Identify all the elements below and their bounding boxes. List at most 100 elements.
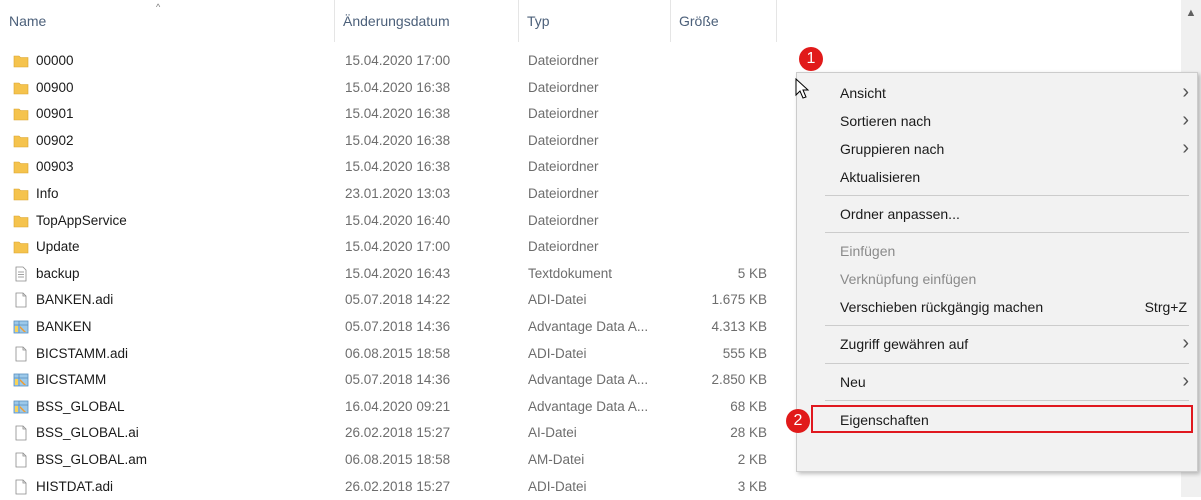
file-type: ADI-Datei — [528, 287, 587, 314]
menu-item-label: Neu — [840, 369, 866, 395]
database-table-icon — [13, 399, 29, 415]
file-name: BSS_GLOBAL — [36, 394, 125, 421]
folder-icon — [13, 53, 29, 69]
menu-item-aktualisieren[interactable]: Aktualisieren — [797, 164, 1197, 190]
column-date-header[interactable]: Änderungsdatum — [334, 0, 518, 42]
file-type: Dateiordner — [528, 181, 599, 208]
file-row[interactable]: 00900 15.04.2020 16:38 Dateiordner — [0, 75, 780, 102]
file-type: AM-Datei — [528, 447, 584, 474]
menu-item-label: Einfügen — [840, 238, 895, 264]
menu-item-shortcut: Strg+Z — [1145, 294, 1187, 320]
file-type: Dateiordner — [528, 75, 599, 102]
file-date: 15.04.2020 17:00 — [345, 234, 450, 261]
file-date: 05.07.2018 14:22 — [345, 287, 450, 314]
file-icon — [13, 452, 29, 468]
file-date: 15.04.2020 16:38 — [345, 154, 450, 181]
file-date: 23.01.2020 13:03 — [345, 181, 450, 208]
folder-icon — [13, 159, 29, 175]
file-name: Info — [36, 181, 59, 208]
file-type: Dateiordner — [528, 208, 599, 235]
file-date: 15.04.2020 16:38 — [345, 75, 450, 102]
menu-item-label: Gruppieren nach — [840, 136, 944, 162]
menu-item-label: Ansicht — [840, 80, 886, 106]
file-icon — [13, 479, 29, 495]
file-type: ADI-Datei — [528, 474, 587, 500]
file-row[interactable]: BANKEN.adi05.07.2018 14:22ADI-Datei1.675… — [0, 287, 780, 314]
file-row[interactable]: BANKEN 05.07.2018 14:36 Advantage Data A..… — [0, 314, 780, 341]
file-row[interactable]: 0090315.04.2020 16:38Dateiordner — [0, 154, 780, 181]
chevron-right-icon: › — [1182, 369, 1189, 393]
menu-item-verknuepfung-einfuegen: Verknüpfung einfügen — [797, 266, 1197, 292]
file-row[interactable]: TopAppService15.04.2020 16:40Dateiordner — [0, 208, 780, 235]
file-row[interactable]: 00902 15.04.2020 16:38 Dateiordner — [0, 128, 780, 155]
menu-separator — [825, 325, 1189, 326]
file-type: Advantage Data A... — [528, 367, 648, 394]
column-name-header[interactable]: Name — [0, 0, 334, 42]
menu-item-gruppieren-nach[interactable]: Gruppieren nach› — [797, 136, 1197, 162]
menu-separator — [825, 232, 1189, 233]
file-row[interactable]: Update15.04.2020 17:00Dateiordner — [0, 234, 780, 261]
folder-icon — [13, 133, 29, 149]
database-table-icon — [13, 319, 29, 335]
file-icon — [13, 292, 29, 308]
file-name: BSS_GLOBAL.ai — [36, 420, 139, 447]
file-name: 00902 — [36, 128, 74, 155]
file-row[interactable]: 0090115.04.2020 16:38Dateiordner — [0, 101, 780, 128]
file-row[interactable]: Info 23.01.2020 13:03 Dateiordner — [0, 181, 780, 208]
file-row[interactable]: 0000015.04.2020 17:00Dateiordner — [0, 48, 780, 75]
step-badge-1: 1 — [799, 47, 823, 71]
file-date: 06.08.2015 18:58 — [345, 447, 450, 474]
column-header: ^ Name Änderungsdatum Typ Größe — [0, 0, 1181, 42]
file-date: 05.07.2018 14:36 — [345, 367, 450, 394]
database-table-icon — [13, 372, 29, 388]
file-type: AI-Datei — [528, 420, 577, 447]
menu-item-label: Verschieben rückgängig machen — [840, 294, 1043, 320]
file-date: 05.07.2018 14:36 — [345, 314, 450, 341]
file-name: BANKEN.adi — [36, 287, 113, 314]
file-row[interactable]: BICSTAMM05.07.2018 14:36Advantage Data A… — [0, 367, 780, 394]
file-type: Dateiordner — [528, 101, 599, 128]
menu-separator — [825, 195, 1189, 196]
text-file-icon — [13, 266, 29, 282]
file-date: 15.04.2020 16:38 — [345, 128, 450, 155]
column-size-header[interactable]: Größe — [670, 0, 776, 42]
file-name: backup — [36, 261, 80, 288]
menu-item-ordner-anpassen[interactable]: Ordner anpassen... — [797, 201, 1197, 227]
menu-item-verschieben-rueckgaengig[interactable]: Verschieben rückgängig machen Strg+Z — [797, 294, 1197, 320]
file-type: Dateiordner — [528, 128, 599, 155]
scroll-up-arrow-icon[interactable]: ▲ — [1181, 0, 1201, 24]
file-row[interactable]: BICSTAMM.adi06.08.2015 18:58ADI-Datei555… — [0, 341, 780, 368]
chevron-right-icon: › — [1182, 108, 1189, 132]
file-name: BANKEN — [36, 314, 92, 341]
file-row[interactable]: BSS_GLOBAL16.04.2020 09:21Advantage Data… — [0, 394, 780, 421]
file-row[interactable]: BSS_GLOBAL.ai26.02.2018 15:27AI-Datei28 … — [0, 420, 780, 447]
chevron-right-icon: › — [1182, 331, 1189, 355]
column-type-header[interactable]: Typ — [518, 0, 670, 42]
file-type: Advantage Data A... — [528, 314, 648, 341]
file-type: Textdokument — [528, 261, 612, 288]
menu-item-zugriff-gewaehren[interactable]: Zugriff gewähren auf› — [797, 331, 1197, 357]
file-date: 15.04.2020 17:00 — [345, 48, 450, 75]
column-separator[interactable] — [776, 0, 777, 42]
file-size: 5 KB — [680, 261, 767, 288]
file-row[interactable]: BSS_GLOBAL.am06.08.2015 18:58AM-Datei2 K… — [0, 447, 780, 474]
file-type: Advantage Data A... — [528, 394, 648, 421]
menu-item-ansicht[interactable]: Ansicht› — [797, 80, 1197, 106]
file-name: HISTDAT.adi — [36, 474, 113, 500]
file-date: 15.04.2020 16:43 — [345, 261, 450, 288]
step-badge-2: 2 — [786, 409, 810, 433]
file-row[interactable]: HISTDAT.adi26.02.2018 15:27ADI-Datei3 KB — [0, 474, 780, 500]
menu-separator — [825, 363, 1189, 364]
file-row[interactable]: backup 15.04.2020 16:43 Textdokument 5 KB — [0, 261, 780, 288]
file-icon — [13, 425, 29, 441]
highlight-frame — [811, 405, 1193, 433]
file-name: 00900 — [36, 75, 74, 102]
menu-item-label: Ordner anpassen... — [840, 201, 960, 227]
folder-icon — [13, 80, 29, 96]
menu-item-label: Sortieren nach — [840, 108, 931, 134]
menu-item-neu[interactable]: Neu › — [797, 369, 1197, 395]
file-name: BICSTAMM.adi — [36, 341, 128, 368]
file-name: Update — [36, 234, 80, 261]
menu-item-sortieren-nach[interactable]: Sortieren nach › — [797, 108, 1197, 134]
file-date: 15.04.2020 16:40 — [345, 208, 450, 235]
